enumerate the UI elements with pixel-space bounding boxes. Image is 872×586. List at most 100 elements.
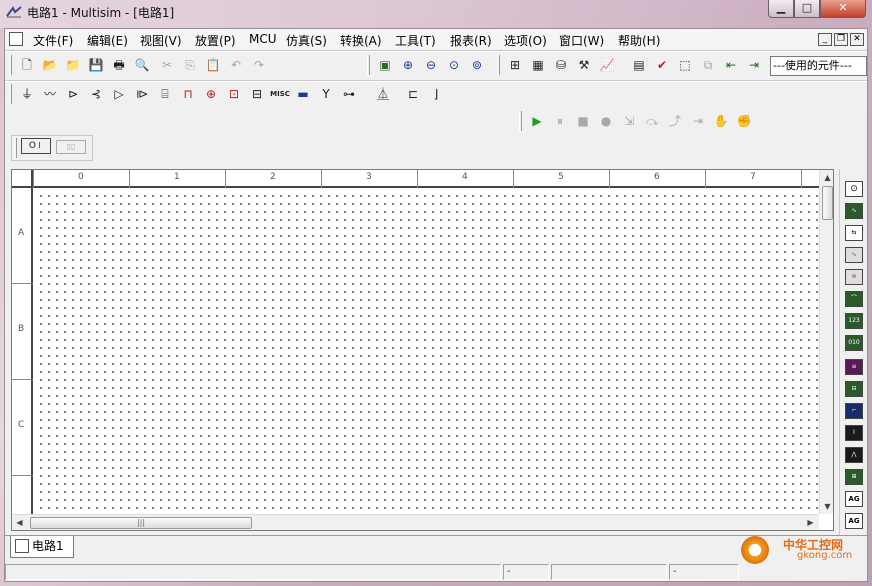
run-to-cursor-icon[interactable]: ⇥: [688, 111, 708, 131]
menu-help[interactable]: 帮助(H): [618, 32, 660, 49]
horizontal-scroll-thumb[interactable]: |||: [30, 517, 252, 529]
redo-icon[interactable]: ↷: [249, 55, 269, 75]
menu-reports[interactable]: 报表(R): [450, 32, 492, 49]
stop-icon[interactable]: ■: [573, 111, 593, 131]
open-folder-icon[interactable]: 📁: [63, 55, 83, 75]
agilent-multimeter-icon[interactable]: AG: [845, 513, 863, 529]
remove-breakpoints-icon[interactable]: ✊: [734, 111, 754, 131]
toggle-breakpoint-icon[interactable]: ✋: [711, 111, 731, 131]
bode-plotter-icon[interactable]: ⌒: [845, 291, 863, 307]
menu-mcu[interactable]: MCU: [249, 32, 277, 46]
tab-circuit1[interactable]: 电路1: [10, 536, 74, 558]
mcu-icon[interactable]: ⊓: [178, 84, 198, 104]
multimeter-icon[interactable]: ⊙: [845, 181, 863, 197]
place-hierarchical-icon[interactable]: ⏅: [373, 84, 393, 104]
step-into-icon[interactable]: ⇲: [619, 111, 639, 131]
erc-icon[interactable]: ✔: [652, 55, 672, 75]
network-analyzer-icon[interactable]: ⊞: [845, 469, 863, 485]
document-icon[interactable]: [9, 32, 23, 46]
sim-toggle-icon[interactable]: ▯▯: [56, 140, 86, 154]
cmos-icon[interactable]: ⌸: [155, 84, 175, 104]
design-toolbox-icon[interactable]: ⊞: [505, 55, 525, 75]
basic-icon[interactable]: 〰: [40, 84, 60, 104]
grapher-icon[interactable]: 📈: [597, 55, 617, 75]
save-icon[interactable]: 💾: [86, 55, 106, 75]
scroll-right-icon[interactable]: ▶: [803, 515, 818, 530]
advanced-peripherals-icon[interactable]: ⊕: [201, 84, 221, 104]
vertical-scrollbar[interactable]: ▲ ▼: [819, 170, 833, 514]
toolbar-grip[interactable]: [14, 138, 17, 158]
cut-icon[interactable]: ✂: [157, 55, 177, 75]
menu-edit[interactable]: 编辑(E): [87, 32, 128, 49]
function-generator-icon[interactable]: ∿: [845, 203, 863, 219]
scroll-up-icon[interactable]: ▲: [820, 170, 833, 185]
paste-icon[interactable]: 📋: [203, 55, 223, 75]
analog-icon[interactable]: ▷: [109, 84, 129, 104]
database-icon[interactable]: ⛁: [551, 55, 571, 75]
electromech-icon[interactable]: ⊶: [339, 84, 359, 104]
toolbar-grip[interactable]: [367, 55, 370, 75]
in-use-list-dropdown[interactable]: ---使用的元件---: [770, 56, 867, 76]
maximize-button[interactable]: □: [794, 0, 820, 18]
menu-transfer[interactable]: 转换(A): [340, 32, 382, 49]
ultiboard-icon[interactable]: ⧉: [698, 55, 718, 75]
mixed-icon[interactable]: ⊟: [247, 84, 267, 104]
toolbar-grip[interactable]: [9, 55, 12, 75]
distortion-analyzer-icon[interactable]: ⌇: [845, 425, 863, 441]
iv-analyzer-icon[interactable]: ⌐: [845, 403, 863, 419]
spectrum-analyzer-icon[interactable]: ⋀: [845, 447, 863, 463]
logic-analyzer-icon[interactable]: ≡: [845, 359, 863, 375]
indicator-icon[interactable]: ▬: [293, 84, 313, 104]
step-out-icon[interactable]: ⤴: [665, 111, 685, 131]
rf-icon[interactable]: Y: [316, 84, 336, 104]
print-preview-icon[interactable]: 🔍: [132, 55, 152, 75]
bus-icon[interactable]: ⌋: [426, 84, 446, 104]
run-icon[interactable]: ▶: [527, 111, 547, 131]
zoom-fit-icon[interactable]: ⊚: [467, 55, 487, 75]
print-icon[interactable]: 🖶: [109, 55, 129, 75]
word-generator-icon[interactable]: 010: [845, 335, 863, 351]
menu-place[interactable]: 放置(P): [195, 32, 236, 49]
mdi-minimize-button[interactable]: _: [818, 33, 832, 46]
fullscreen-icon[interactable]: ▣: [375, 55, 395, 75]
open-icon[interactable]: 📂: [40, 55, 60, 75]
vertical-scroll-thumb[interactable]: [822, 186, 833, 220]
zoom-out-icon[interactable]: ⊖: [421, 55, 441, 75]
misc-digital-icon[interactable]: ⊡: [224, 84, 244, 104]
close-button[interactable]: ✕: [820, 0, 866, 18]
oscilloscope-icon[interactable]: ∿: [845, 247, 863, 263]
four-channel-oscilloscope-icon[interactable]: ≋: [845, 269, 863, 285]
toolbar-grip[interactable]: [519, 111, 522, 131]
minimize-button[interactable]: ▁: [768, 0, 794, 18]
menu-options[interactable]: 选项(O): [504, 32, 547, 49]
back-annotate-icon[interactable]: ⇤: [721, 55, 741, 75]
postprocessor-icon[interactable]: ▤: [629, 55, 649, 75]
scroll-left-icon[interactable]: ◀: [12, 515, 27, 530]
menu-window[interactable]: 窗口(W): [559, 32, 604, 49]
zoom-area-icon[interactable]: ⊙: [444, 55, 464, 75]
ttl-icon[interactable]: ⧐: [132, 84, 152, 104]
toolbar-grip[interactable]: [497, 55, 500, 75]
step-over-icon[interactable]: ⤼: [642, 111, 662, 131]
mdi-close-button[interactable]: ✕: [850, 33, 864, 46]
forward-annotate-icon[interactable]: ⇥: [744, 55, 764, 75]
toolbar-grip[interactable]: [9, 84, 12, 104]
breakpoint-icon[interactable]: ●: [596, 111, 616, 131]
transistor-icon[interactable]: ⊰: [86, 84, 106, 104]
logic-converter-icon[interactable]: ⊟: [845, 381, 863, 397]
new-icon[interactable]: 🗋: [17, 55, 37, 75]
agilent-function-generator-icon[interactable]: AG: [845, 491, 863, 507]
copy-icon[interactable]: ⎘: [180, 55, 200, 75]
schematic-canvas[interactable]: [35, 190, 819, 514]
sim-switch-icon[interactable]: O⏽: [21, 138, 51, 154]
menu-tools[interactable]: 工具(T): [395, 32, 436, 49]
horizontal-scrollbar[interactable]: ◀ ||| ▶: [12, 514, 819, 530]
misc-icon[interactable]: MISC: [270, 84, 290, 104]
undo-icon[interactable]: ↶: [226, 55, 246, 75]
pause-icon[interactable]: ⏸: [550, 111, 570, 131]
zoom-in-icon[interactable]: ⊕: [398, 55, 418, 75]
mdi-restore-button[interactable]: ❐: [834, 33, 848, 46]
component-wizard-icon[interactable]: ⚒: [574, 55, 594, 75]
region-icon[interactable]: ⬚: [675, 55, 695, 75]
source-icon[interactable]: ⏚: [17, 84, 37, 104]
